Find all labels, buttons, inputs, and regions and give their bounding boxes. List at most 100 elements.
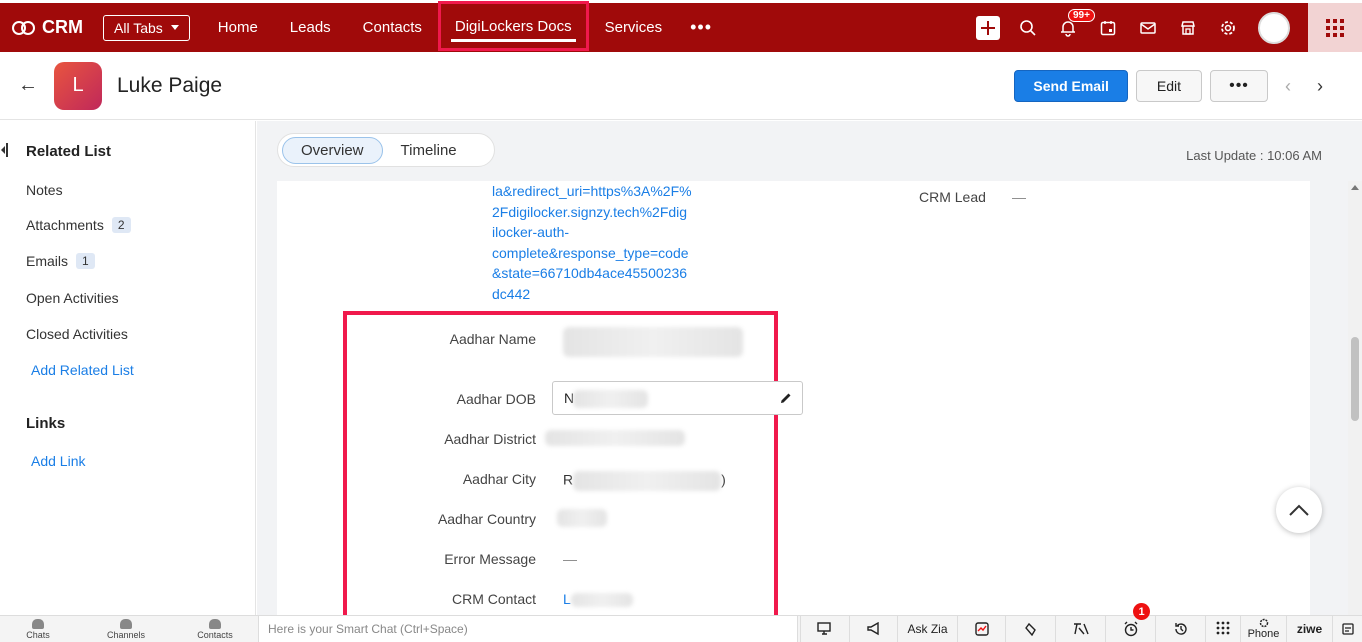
more-actions-button[interactable]: ••• — [1210, 70, 1268, 102]
search-icon — [1020, 19, 1036, 36]
digilocker-url-link[interactable]: la&redirect_uri=https%3A%2F% 2Fdigilocke… — [492, 181, 732, 304]
calendar-icon — [1100, 20, 1116, 35]
bottom-toolbar: Chats Channels Contacts Here is your Sma… — [0, 603, 1362, 642]
aadhar-fields-highlight: Aadhar Name Aadhar DOB N Aadhar District… — [343, 311, 803, 621]
gear-icon — [1259, 618, 1268, 628]
dialpad-button[interactable] — [1205, 616, 1240, 642]
add-link-link[interactable]: Add Link — [31, 453, 85, 469]
redacted-value — [570, 593, 633, 608]
sidebar-item-label: Open Activities — [26, 290, 119, 306]
channels-button[interactable]: Channels — [96, 619, 156, 640]
analytics-button[interactable] — [957, 616, 1005, 642]
reminders-button[interactable] — [1105, 616, 1155, 642]
view-tabs: Overview Timeline — [277, 133, 495, 167]
mail-button[interactable] — [1128, 3, 1168, 52]
feedback-button[interactable] — [1332, 616, 1362, 642]
plus-icon — [976, 15, 1000, 40]
phone-button[interactable]: Phone — [1240, 616, 1286, 642]
smart-chat-input[interactable]: Here is your Smart Chat (Ctrl+Space) — [258, 616, 798, 642]
sidebar-item-open-activities[interactable]: Open Activities — [26, 290, 119, 306]
scroll-up-arrow-icon[interactable] — [1351, 185, 1359, 190]
user-avatar — [1258, 11, 1290, 44]
redacted-value — [573, 390, 648, 408]
count-badge: 1 — [76, 253, 95, 269]
brand-label: CRM — [42, 17, 83, 37]
ask-zia-button[interactable]: Ask Zia — [897, 616, 957, 642]
main-scrollbar[interactable] — [1348, 181, 1362, 615]
gestures-button[interactable] — [1005, 616, 1055, 642]
record-header: ← L Luke Paige Send Email Edit ••• ‹ › — [0, 52, 1362, 120]
field-label-aadhar-dob: Aadhar DOB — [456, 391, 536, 407]
scrollbar-thumb[interactable] — [1351, 337, 1359, 421]
marketplace-button[interactable] — [1168, 3, 1208, 52]
send-email-button[interactable]: Send Email — [1014, 70, 1128, 102]
links-heading: Links — [26, 415, 66, 432]
url-line: ilocker-auth- — [492, 224, 570, 240]
sidebar-item-attachments[interactable]: Attachments 2 — [26, 217, 131, 233]
profile-button[interactable] — [1248, 3, 1300, 52]
nav-tab-services[interactable]: Services — [589, 3, 679, 52]
pencil-icon[interactable] — [780, 392, 792, 404]
notifications-button[interactable]: 99+ — [1048, 3, 1095, 52]
gear-icon — [1221, 20, 1235, 35]
announcements-button[interactable] — [849, 616, 897, 642]
field-value-aadhar-country[interactable] — [557, 509, 607, 528]
sidebar-item-notes[interactable]: Notes — [26, 182, 63, 198]
chevron-left-icon[interactable]: ‹ — [1276, 76, 1300, 97]
all-tabs-dropdown[interactable]: All Tabs — [103, 14, 190, 41]
field-value-aadhar-name[interactable] — [563, 327, 743, 357]
contacts-button[interactable]: Contacts — [185, 619, 245, 640]
add-related-list-link[interactable]: Add Related List — [31, 362, 134, 378]
city-value-suffix: ) — [721, 471, 726, 488]
nav-tab-digilockers-docs[interactable]: DigiLockers Docs — [437, 1, 589, 51]
channels-icon — [120, 619, 132, 629]
chevron-right-icon[interactable]: › — [1308, 76, 1332, 97]
field-label-crm-contact: CRM Contact — [451, 591, 536, 607]
settings-button[interactable] — [1208, 3, 1248, 52]
edit-button[interactable]: Edit — [1135, 70, 1202, 102]
nav-more-button[interactable]: ••• — [678, 3, 724, 52]
redacted-value — [545, 430, 685, 447]
screen-share-button[interactable] — [800, 616, 849, 642]
crm-logo-icon — [12, 20, 36, 35]
chats-button[interactable]: Chats — [8, 619, 68, 640]
translate-button[interactable] — [1055, 616, 1105, 642]
field-value-aadhar-district[interactable] — [545, 429, 685, 447]
field-label-aadhar-name: Aadhar Name — [449, 331, 536, 347]
aadhar-dob-input[interactable]: N — [552, 381, 803, 415]
redacted-value — [573, 471, 722, 491]
zia-brand[interactable]: ziwe — [1286, 616, 1332, 642]
back-arrow-icon[interactable]: ← — [18, 74, 38, 97]
record-avatar: L — [54, 61, 102, 110]
field-value-aadhar-city[interactable]: R) — [563, 471, 726, 491]
contacts-icon — [209, 619, 221, 629]
field-value-crm-contact[interactable]: L — [563, 591, 633, 608]
redacted-value — [557, 509, 607, 528]
record-actions: Send Email Edit ••• ‹ › — [1014, 70, 1332, 102]
phone-label: Phone — [1247, 628, 1280, 640]
chevron-down-icon — [170, 25, 179, 30]
chats-label: Chats — [26, 630, 50, 640]
tab-overview[interactable]: Overview — [282, 136, 383, 164]
sidebar-item-closed-activities[interactable]: Closed Activities — [26, 326, 128, 342]
scroll-to-top-button[interactable] — [1276, 487, 1322, 533]
channels-label: Channels — [106, 630, 146, 640]
sidebar-item-label: Attachments — [26, 217, 104, 233]
nav-tab-contacts[interactable]: Contacts — [347, 3, 438, 52]
nav-links: Home Leads Contacts DigiLockers Docs Ser… — [202, 1, 724, 52]
field-label-aadhar-country: Aadhar Country — [437, 511, 536, 527]
url-line: 2Fdigilocker.signzy.tech%2Fdig — [492, 203, 688, 220]
crm-brand[interactable]: CRM — [12, 17, 83, 38]
nav-tab-home[interactable]: Home — [202, 3, 274, 52]
calendar-button[interactable] — [1088, 3, 1128, 52]
search-button[interactable] — [1008, 3, 1048, 52]
tab-timeline[interactable]: Timeline — [383, 138, 475, 163]
app-launcher-button[interactable] — [1308, 3, 1362, 52]
create-button[interactable] — [968, 3, 1008, 52]
history-button[interactable] — [1155, 616, 1205, 642]
nav-tab-leads[interactable]: Leads — [274, 3, 347, 52]
reminder-count-badge: 1 — [1133, 603, 1150, 620]
record-name: Luke Paige — [117, 73, 223, 97]
sidebar-item-emails[interactable]: Emails 1 — [26, 253, 95, 269]
url-line: dc442 — [492, 285, 531, 302]
